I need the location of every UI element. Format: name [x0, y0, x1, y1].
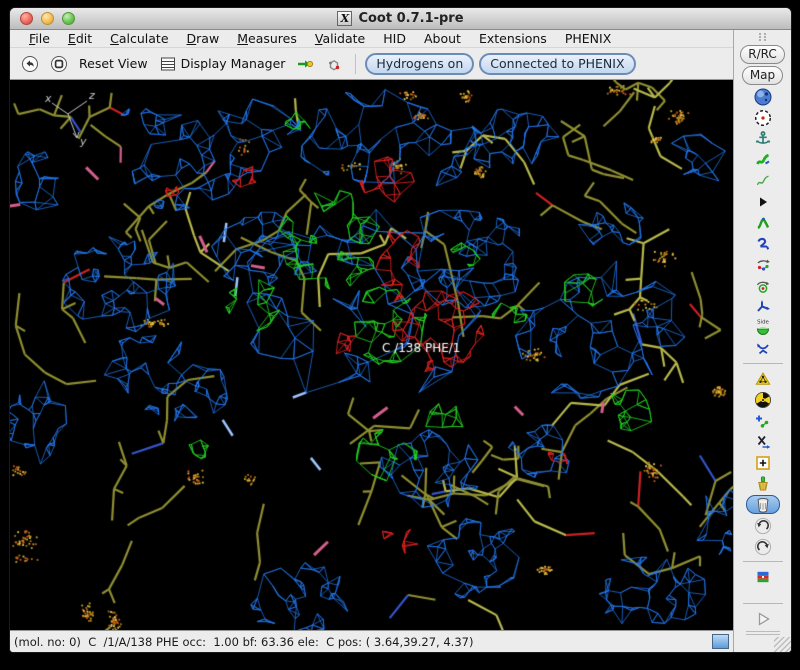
toolbar-bottom [734, 599, 791, 652]
window-controls [20, 8, 75, 29]
recentre-icon[interactable] [750, 108, 776, 127]
run-refmac-icon[interactable] [750, 567, 776, 586]
display-manager-icon [159, 55, 177, 73]
torsion-general-icon[interactable] [750, 339, 776, 358]
svg-text:Side: Side [757, 320, 769, 326]
menu-draw[interactable]: Draw [178, 31, 229, 46]
close-button[interactable] [20, 12, 33, 25]
rot-trans-icon[interactable] [750, 234, 776, 253]
menu-extensions[interactable]: Extensions [470, 31, 556, 46]
gl-area [10, 80, 733, 630]
clear-picks-icon[interactable] [750, 474, 776, 493]
auto-fit-rotamer-icon[interactable] [750, 255, 776, 274]
zoom-button[interactable] [62, 12, 75, 25]
rrc-button[interactable]: R/RC [740, 45, 785, 64]
toolbar-separator [743, 363, 783, 364]
menu-file[interactable]: File [20, 31, 59, 46]
minimize-button[interactable] [41, 12, 54, 25]
play-icon[interactable] [750, 609, 776, 628]
add-terminal-residue-icon[interactable] [750, 411, 776, 430]
window-title-text: Coot 0.7.1-pre [358, 11, 463, 26]
toolbar-separator [743, 603, 783, 604]
status-text: (mol. no: 0) C /1/A/138 PHE occ: 1.00 bf… [14, 635, 712, 649]
mutate-autofit-icon[interactable] [750, 390, 776, 409]
window-title: X Coot 0.7.1-pre [337, 11, 463, 26]
title-bar[interactable]: X Coot 0.7.1-pre [10, 8, 791, 30]
add-alt-conf-icon[interactable] [750, 432, 776, 451]
resize-grip[interactable] [774, 637, 791, 652]
molecular-viewport[interactable] [10, 80, 733, 630]
menu-measures[interactable]: Measures [228, 31, 306, 46]
back-circle-icon [21, 55, 39, 73]
edit-chi-icon[interactable] [750, 297, 776, 316]
x11-icon: X [337, 11, 352, 26]
stop-view-button[interactable] [47, 53, 71, 75]
simple-mutate-icon[interactable] [750, 369, 776, 388]
anchor-icon[interactable] [750, 129, 776, 148]
toolbar: Reset View Display Manager Hydrogens on Con… [10, 48, 733, 80]
stop-circle-icon [50, 55, 68, 73]
modelling-toolbar: R/RC Map Side [733, 30, 791, 652]
coot-window: X Coot 0.7.1-pre FileEditCalculateDrawMe… [10, 8, 791, 652]
regularize-icon[interactable] [750, 171, 776, 190]
toolbar-grip[interactable] [758, 33, 767, 41]
menu-hid[interactable]: HID [374, 31, 415, 46]
grip-lines [746, 631, 780, 635]
status-scale-widget[interactable] [712, 634, 729, 649]
hydrogens-toggle-label: Hydrogens on [376, 56, 463, 71]
delete-icon[interactable] [746, 495, 780, 514]
reset-view-button[interactable]: Reset View [76, 54, 151, 73]
rotamers-icon[interactable] [750, 276, 776, 295]
ligand-icon [325, 55, 343, 73]
place-atom-icon[interactable] [750, 453, 776, 472]
go-to-atom-button[interactable] [293, 53, 317, 75]
display-manager-button-label: Display Manager [181, 56, 286, 71]
real-space-refine-icon[interactable] [750, 150, 776, 169]
go-to-ligand-button[interactable] [322, 53, 346, 75]
menu-validate[interactable]: Validate [306, 31, 374, 46]
redo-icon[interactable] [750, 537, 776, 556]
phenix-status-button[interactable]: Connected to PHENIX [479, 53, 635, 75]
rigid-body-icon[interactable] [750, 213, 776, 232]
reset-view-button-label: Reset View [79, 56, 148, 71]
fixed-atoms-icon[interactable] [750, 192, 776, 211]
toolbar-separator [355, 54, 356, 74]
menu-bar: FileEditCalculateDrawMeasuresValidateHID… [10, 30, 733, 48]
status-bar: (mol. no: 0) C /1/A/138 PHE occ: 1.00 bf… [10, 630, 733, 652]
toolbar-separator [743, 561, 783, 562]
map-button[interactable]: Map [742, 66, 783, 85]
flip-sidechain-icon[interactable]: Side [750, 318, 776, 337]
display-manager-button[interactable]: Display Manager [156, 53, 289, 75]
menu-phenix[interactable]: PHENIX [556, 31, 620, 46]
menu-edit[interactable]: Edit [59, 31, 101, 46]
go-to-atom-icon [296, 55, 314, 73]
menu-calculate[interactable]: Calculate [101, 31, 177, 46]
sphere-display-icon[interactable] [750, 87, 776, 106]
hydrogens-toggle[interactable]: Hydrogens on [365, 53, 474, 75]
back-view-button[interactable] [18, 53, 42, 75]
phenix-status-button-label: Connected to PHENIX [490, 56, 624, 71]
undo-icon[interactable] [750, 516, 776, 535]
menu-about[interactable]: About [415, 31, 470, 46]
